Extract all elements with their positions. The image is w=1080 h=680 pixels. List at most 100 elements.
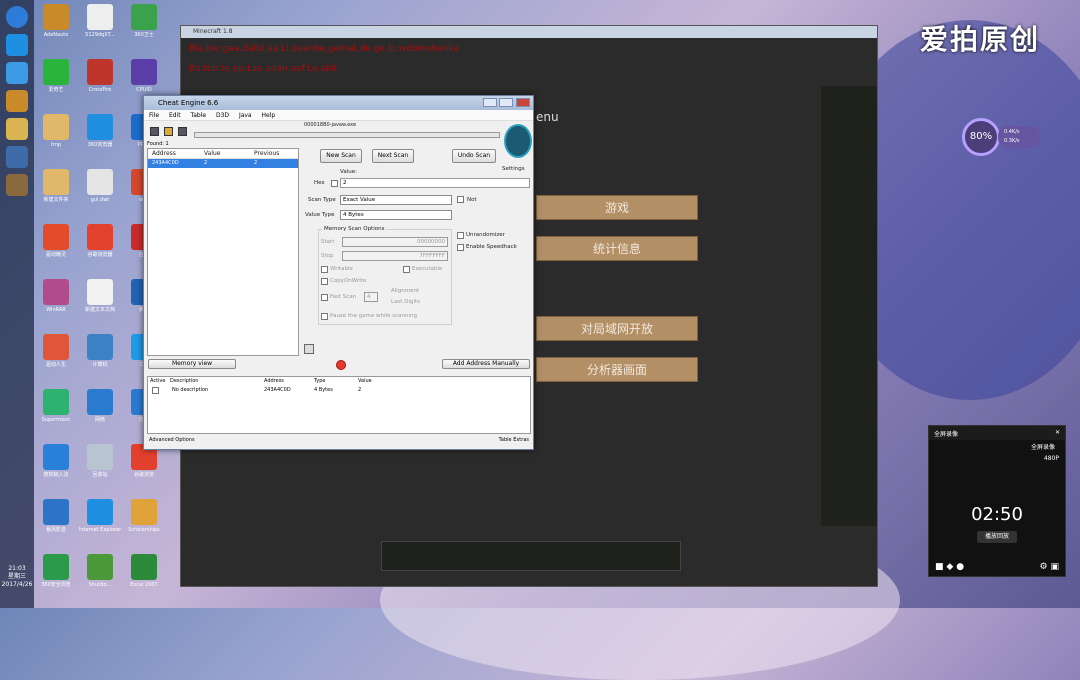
desktop-icon[interactable]: tmp bbox=[33, 114, 79, 148]
fastscan-checkbox[interactable] bbox=[321, 294, 328, 301]
desktop-icon[interactable]: 360浏览器 bbox=[77, 114, 123, 148]
cheat-engine-taskbar-icon[interactable] bbox=[6, 146, 28, 168]
desktop-icon[interactable]: Excel 2007 bbox=[121, 554, 167, 588]
recorder-panel[interactable]: 全屏录像 ✕ 全屏录像 480P 02:50 播放回放 ■ ◆ ● ⚙ ▣ bbox=[928, 425, 1066, 577]
recorder-close-icon[interactable]: ✕ bbox=[1055, 429, 1060, 436]
pointer-scan-icon[interactable] bbox=[304, 344, 314, 354]
copyonwrite-checkbox[interactable] bbox=[321, 278, 328, 285]
settings-link[interactable]: Settings bbox=[502, 166, 525, 172]
desktop-icon[interactable]: Supermoon bbox=[33, 389, 79, 423]
minimize-button[interactable] bbox=[483, 98, 497, 107]
game-button-profiler[interactable]: 分析器画面 bbox=[536, 357, 698, 382]
col-description[interactable]: Description bbox=[170, 378, 198, 384]
tag-icon[interactable]: ◆ bbox=[946, 562, 953, 572]
fastscan-input[interactable]: 4 bbox=[364, 292, 378, 302]
close-button[interactable] bbox=[516, 98, 530, 107]
desktop-icon[interactable]: 计算机 bbox=[77, 334, 123, 368]
hourglass-taskbar-icon[interactable] bbox=[6, 90, 28, 112]
start-button[interactable] bbox=[6, 6, 28, 28]
ie-taskbar-icon[interactable] bbox=[6, 34, 28, 56]
desktop-icon[interactable]: 驱动人生 bbox=[33, 334, 79, 368]
menu-help[interactable]: Help bbox=[262, 112, 276, 119]
col-active[interactable]: Active bbox=[150, 378, 165, 384]
clear-list-icon[interactable] bbox=[336, 360, 346, 370]
picture-taskbar-icon[interactable] bbox=[6, 118, 28, 140]
open-process-icon[interactable] bbox=[150, 127, 159, 136]
col-address[interactable]: Address bbox=[152, 150, 176, 157]
col-previous[interactable]: Previous bbox=[254, 150, 279, 157]
stop-address-input[interactable]: 7FFFFFFF bbox=[342, 251, 448, 261]
desktop-icon[interactable]: 暴风影音 bbox=[33, 499, 79, 533]
address-table[interactable]: Active Description Address Type Value No… bbox=[147, 376, 531, 434]
taskbar-clock[interactable]: 21:03 星期三 2017/4/26 bbox=[0, 565, 34, 589]
desktop-icon[interactable]: 新建文件夹 bbox=[33, 169, 79, 203]
maximize-button[interactable] bbox=[499, 98, 513, 107]
scan-results-list[interactable]: Address Value Previous 243A4C0D 2 2 bbox=[147, 148, 299, 356]
writable-checkbox[interactable] bbox=[321, 266, 328, 273]
perf-gauge[interactable]: 80% bbox=[962, 118, 1000, 156]
memory-view-button[interactable]: Memory view bbox=[148, 359, 236, 369]
desktop-icon[interactable]: WinRAR bbox=[33, 279, 79, 313]
pause-checkbox[interactable] bbox=[321, 313, 328, 320]
desktop-icon[interactable]: 回收站 bbox=[77, 444, 123, 478]
col-table-address[interactable]: Address bbox=[264, 378, 284, 384]
recorder-resolution[interactable]: 480P bbox=[929, 451, 1065, 462]
value-input[interactable]: 2 bbox=[340, 178, 530, 188]
undo-scan-button[interactable]: Undo Scan bbox=[452, 149, 496, 163]
new-scan-button[interactable]: New Scan bbox=[320, 149, 362, 163]
speedhack-checkbox[interactable] bbox=[457, 244, 464, 251]
col-table-value[interactable]: Value bbox=[358, 378, 372, 384]
desktop-icon[interactable]: Shutdo... bbox=[77, 554, 123, 588]
value-type-select[interactable]: 4 Bytes bbox=[340, 210, 452, 220]
desktop-icon[interactable]: 搜狗输入法 bbox=[33, 444, 79, 478]
scan-type-select[interactable]: Exact Value bbox=[340, 195, 452, 205]
desktop-icon[interactable]: gul.dwt bbox=[77, 169, 123, 203]
col-type[interactable]: Type bbox=[314, 378, 325, 384]
desktop-icon[interactable]: Scholarships bbox=[121, 499, 167, 533]
col-value[interactable]: Value bbox=[204, 150, 220, 157]
desktop-icon[interactable]: 360安全浏览 bbox=[33, 554, 79, 588]
menu-java[interactable]: Java bbox=[239, 112, 252, 119]
desktop-icon[interactable]: 新建文本文档 bbox=[77, 279, 123, 313]
desktop-icon[interactable]: 5129dqXT... bbox=[77, 4, 123, 38]
desktop-icon[interactable]: CPUID bbox=[121, 59, 167, 93]
desktop-icon[interactable]: 谷歌浏览器 bbox=[77, 224, 123, 258]
open-file-icon[interactable] bbox=[164, 127, 173, 136]
desktop-icon[interactable]: 驱动精灵 bbox=[33, 224, 79, 258]
cheat-engine-window[interactable]: Cheat Engine 6.6 File Edit Table D3D Jav… bbox=[143, 95, 534, 450]
advanced-options-link[interactable]: Advanced Options bbox=[149, 437, 195, 443]
start-address-input[interactable]: 00000000 bbox=[342, 237, 448, 247]
result-row[interactable]: 243A4C0D 2 2 bbox=[148, 159, 298, 168]
recorder-mode[interactable]: 全屏录像 bbox=[929, 440, 1065, 451]
active-checkbox[interactable] bbox=[152, 387, 159, 394]
gear-icon[interactable]: ⚙ bbox=[1040, 562, 1048, 572]
menu-d3d[interactable]: D3D bbox=[216, 112, 229, 119]
browser-taskbar-icon[interactable] bbox=[6, 62, 28, 84]
desktop-icon[interactable]: Internet Explorer bbox=[77, 499, 123, 533]
alignment-radio[interactable]: Alignment bbox=[391, 288, 419, 294]
minecraft-titlebar[interactable]: Minecraft 1.8 bbox=[181, 26, 877, 38]
stop-icon[interactable]: ■ bbox=[935, 562, 944, 572]
save-icon[interactable] bbox=[178, 127, 187, 136]
menu-edit[interactable]: Edit bbox=[169, 112, 181, 119]
menu-file[interactable]: File bbox=[149, 112, 159, 119]
game-button-resume[interactable]: 游戏 bbox=[536, 195, 698, 220]
table-extras-link[interactable]: Table Extras bbox=[499, 437, 529, 443]
desktop-icon[interactable]: 爱奇艺 bbox=[33, 59, 79, 93]
ce-titlebar[interactable]: Cheat Engine 6.6 bbox=[144, 96, 533, 110]
not-checkbox[interactable] bbox=[457, 196, 464, 203]
game-button-lan[interactable]: 对局域网开放 bbox=[536, 316, 698, 341]
next-scan-button[interactable]: Next Scan bbox=[372, 149, 414, 163]
fullscreen-icon[interactable]: ▣ bbox=[1050, 562, 1059, 572]
replay-button[interactable]: 播放回放 bbox=[977, 531, 1017, 543]
lastdigits-radio[interactable]: Last Digits bbox=[391, 299, 420, 305]
game-button-stats[interactable]: 统计信息 bbox=[536, 236, 698, 261]
hex-checkbox[interactable] bbox=[331, 180, 338, 187]
ce-logo-icon[interactable] bbox=[504, 124, 532, 158]
menu-table[interactable]: Table bbox=[191, 112, 207, 119]
add-address-manually-button[interactable]: Add Address Manually bbox=[442, 359, 530, 369]
executable-checkbox[interactable] bbox=[403, 266, 410, 273]
camera-icon[interactable]: ● bbox=[956, 562, 964, 572]
desktop-icon[interactable]: 360卫士 bbox=[121, 4, 167, 38]
minecraft-taskbar-icon[interactable] bbox=[6, 174, 28, 196]
